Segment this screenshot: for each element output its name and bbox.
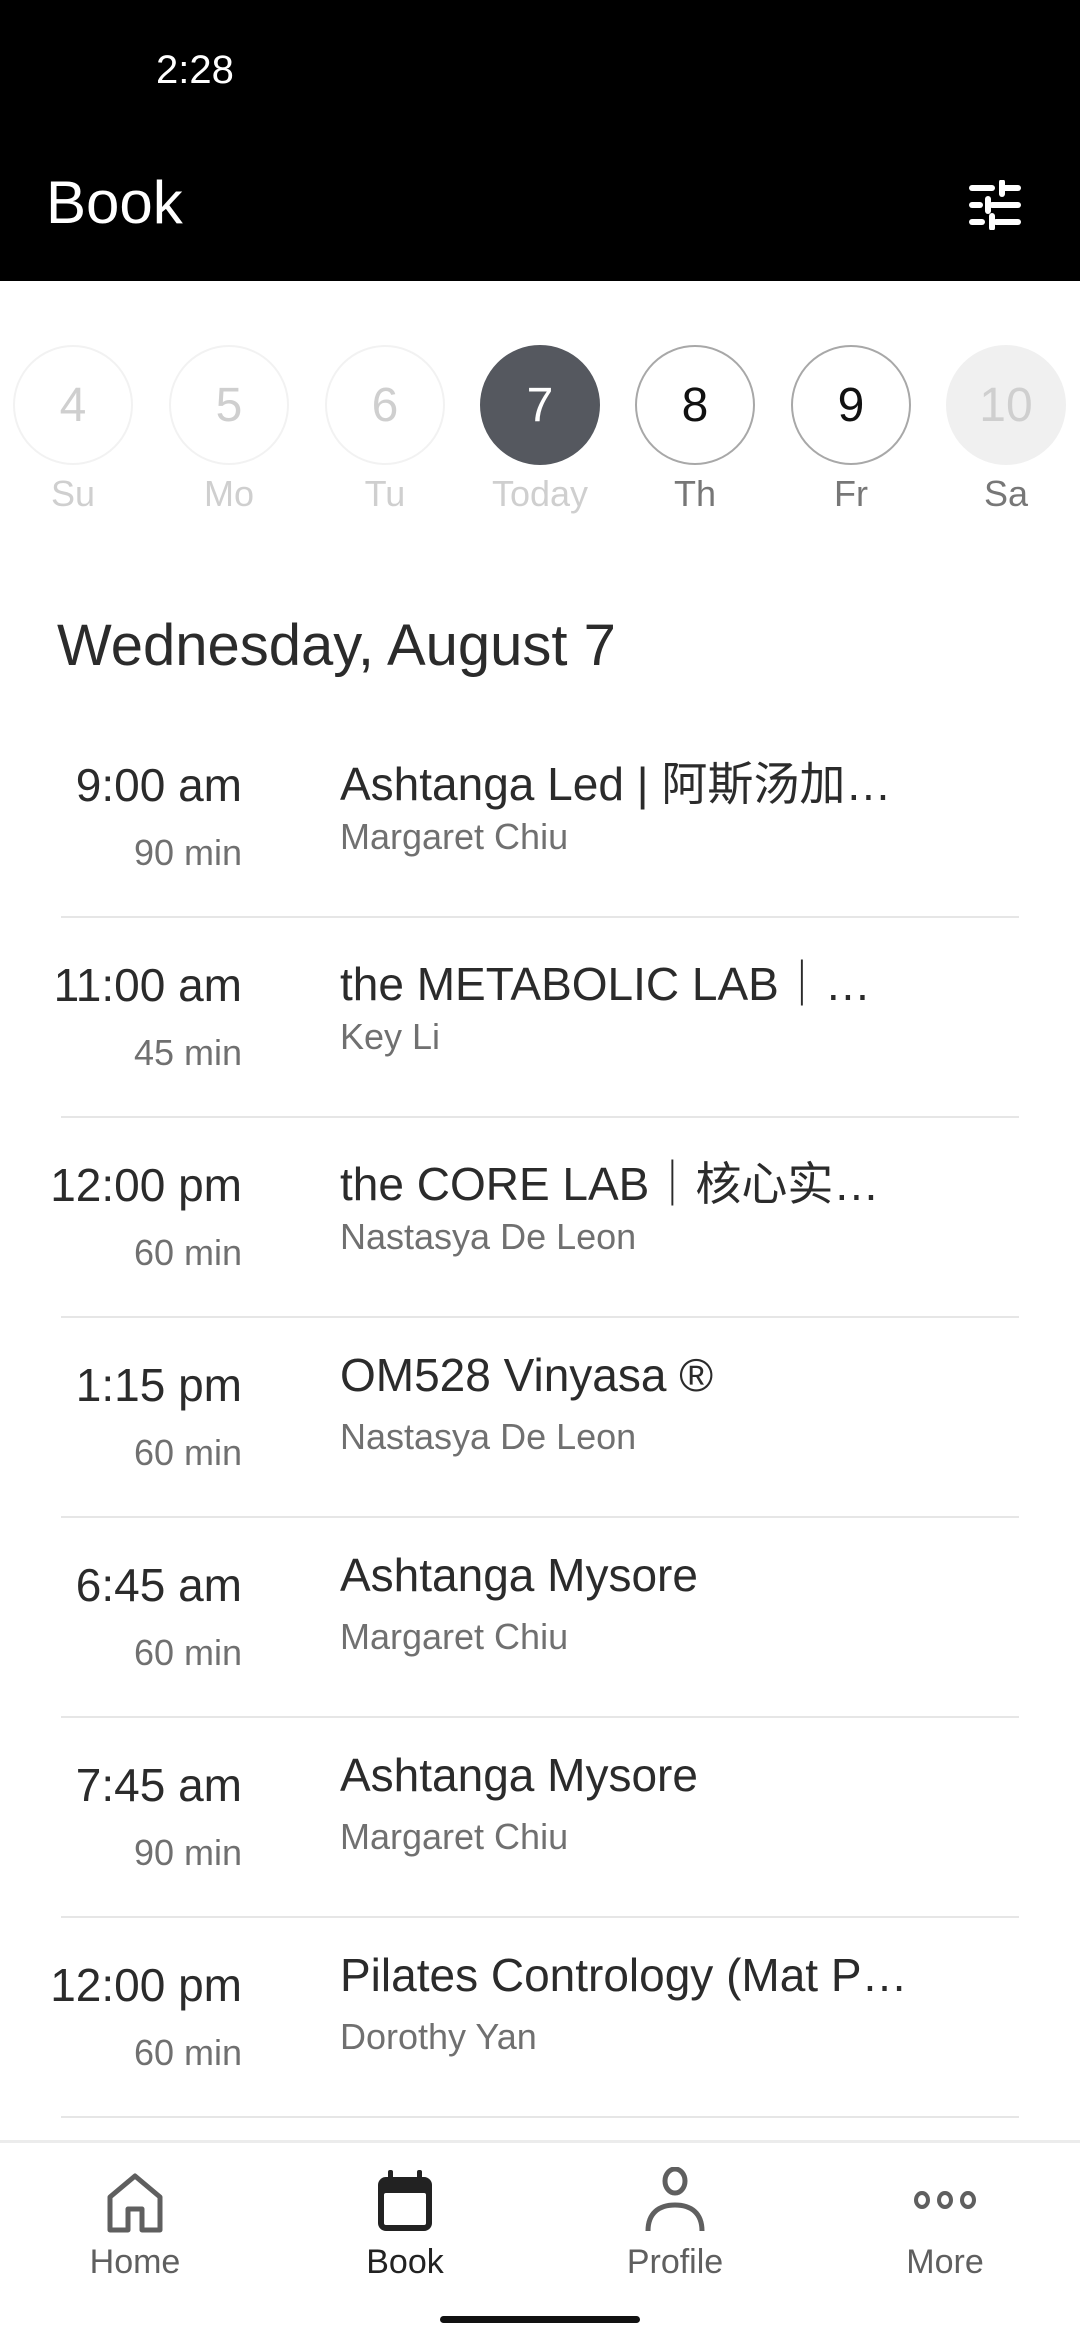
nav-more[interactable]: More	[845, 2167, 1045, 2282]
class-time: 1:15 pm	[75, 1359, 242, 1411]
class-teacher: Nastasya De Leon	[340, 1416, 637, 1457]
class-name: the CORE LAB｜核心实…	[340, 1158, 880, 1210]
class-list: 9:00 am 90 min Ashtanga Led | 阿斯汤加… Marg…	[0, 718, 1080, 2118]
day-4[interactable]: 4 Su	[12, 345, 134, 515]
more-dots-icon	[914, 2191, 976, 2209]
class-duration: 60 min	[133, 1432, 242, 1473]
class-teacher: Key Li	[340, 1016, 441, 1057]
class-row[interactable]: 11:00 am 45 min the METABOLIC LAB｜… Key …	[0, 918, 1080, 1118]
tune-sliders-icon	[969, 180, 1021, 230]
class-duration: 60 min	[133, 1632, 242, 1673]
divider	[61, 2116, 1019, 2118]
class-teacher: Nastasya De Leon	[340, 1216, 637, 1257]
status-time: 2:28	[156, 48, 234, 92]
class-name: Pilates Contrology (Mat P…	[340, 1949, 908, 2001]
class-time: 7:45 am	[75, 1759, 242, 1811]
nav-profile[interactable]: Profile	[575, 2167, 775, 2282]
day-7-today[interactable]: 7 Today	[479, 345, 601, 515]
day-8[interactable]: 8 Th	[634, 345, 756, 515]
day-circle: 4	[13, 345, 133, 465]
class-teacher: Margaret Chiu	[340, 1616, 569, 1657]
class-name: Ashtanga Led | 阿斯汤加…	[340, 758, 892, 810]
class-duration: 90 min	[133, 832, 242, 873]
day-label: Mo	[203, 473, 254, 514]
day-circle: 5	[169, 345, 289, 465]
person-icon	[645, 2167, 705, 2232]
nav-label: Home	[89, 2243, 181, 2281]
day-circle: 9	[791, 345, 911, 465]
day-9[interactable]: 9 Fr	[790, 345, 912, 515]
date-strip: 4 Su 5 Mo 6 Tu 7 Today 8 Th 9 Fr 10 Sa	[0, 345, 1080, 525]
class-time: 12:00 pm	[50, 1959, 242, 2011]
day-circle: 6	[325, 345, 445, 465]
page-title: Book	[46, 169, 183, 236]
class-duration: 90 min	[133, 1832, 242, 1873]
class-name: Ashtanga Mysore	[340, 1749, 698, 1801]
status-bar: 2:28	[0, 0, 1080, 140]
nav-label: Profile	[626, 2243, 724, 2281]
class-name: Ashtanga Mysore	[340, 1549, 698, 1601]
app-bar: Book	[0, 140, 1080, 281]
class-teacher: Dorothy Yan	[340, 2016, 537, 2057]
class-row[interactable]: 7:45 am 90 min Ashtanga Mysore Margaret …	[0, 1718, 1080, 1918]
class-duration: 60 min	[133, 2032, 242, 2073]
class-row[interactable]: 9:00 am 90 min Ashtanga Led | 阿斯汤加… Marg…	[0, 718, 1080, 918]
class-time: 9:00 am	[75, 759, 242, 811]
day-label: Fr	[834, 473, 868, 514]
bottom-nav: Home Book Profile More	[0, 2140, 1080, 2340]
nav-label: More	[906, 2243, 984, 2281]
class-duration: 60 min	[133, 1232, 242, 1273]
day-5[interactable]: 5 Mo	[168, 345, 290, 515]
class-row[interactable]: 12:00 pm 60 min Pilates Contrology (Mat …	[0, 1918, 1080, 2118]
class-time: 12:00 pm	[50, 1159, 242, 1211]
class-name: OM528 Vinyasa ®	[340, 1349, 714, 1401]
day-label: Su	[50, 473, 96, 514]
day-label: Th	[673, 473, 716, 514]
day-circle: 10	[946, 345, 1066, 465]
day-label: Sa	[983, 473, 1029, 514]
class-time: 6:45 am	[75, 1559, 242, 1611]
class-row[interactable]: 1:15 pm 60 min OM528 Vinyasa ® Nastasya …	[0, 1318, 1080, 1518]
nav-label: Book	[366, 2243, 444, 2281]
day-circle: 8	[635, 345, 755, 465]
schedule-date-heading: Wednesday, August 7	[57, 613, 616, 678]
class-duration: 45 min	[133, 1032, 242, 1073]
class-time: 11:00 am	[53, 959, 242, 1011]
day-10[interactable]: 10 Sa	[945, 345, 1067, 515]
class-teacher: Margaret Chiu	[340, 816, 569, 857]
day-6[interactable]: 6 Tu	[324, 345, 446, 515]
nav-book[interactable]: Book	[305, 2167, 505, 2282]
day-label: Tu	[364, 473, 406, 514]
class-row[interactable]: 12:00 pm 60 min the CORE LAB｜核心实… Nastas…	[0, 1118, 1080, 1318]
calendar-icon	[378, 2170, 432, 2231]
home-icon	[107, 2173, 163, 2233]
filter-button[interactable]	[960, 170, 1030, 240]
nav-home[interactable]: Home	[35, 2167, 235, 2282]
home-indicator[interactable]	[440, 2316, 640, 2323]
class-name: the METABOLIC LAB｜…	[340, 958, 871, 1010]
day-circle: 7	[480, 345, 600, 465]
class-teacher: Margaret Chiu	[340, 1816, 569, 1857]
day-label: Today	[491, 473, 589, 514]
class-row[interactable]: 6:45 am 60 min Ashtanga Mysore Margaret …	[0, 1518, 1080, 1718]
